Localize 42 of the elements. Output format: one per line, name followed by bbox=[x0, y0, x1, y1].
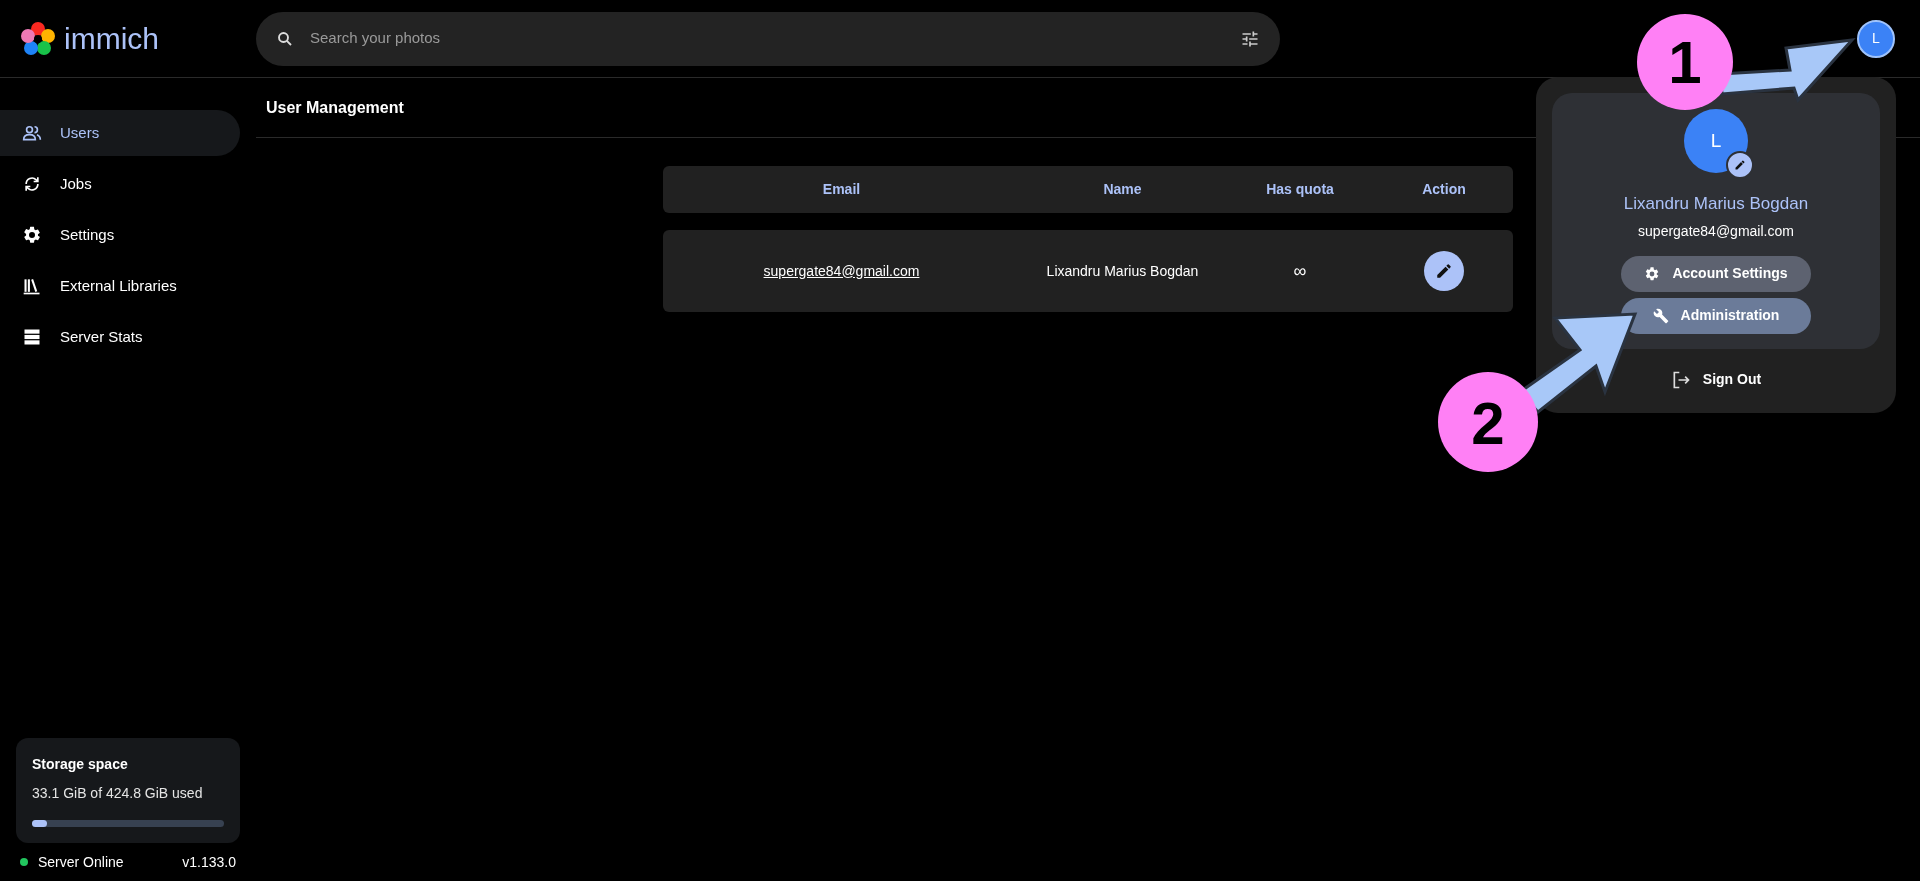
users-icon bbox=[22, 123, 42, 143]
annotation-badge: 2 bbox=[1438, 372, 1538, 472]
sign-out-button[interactable]: Sign Out bbox=[1658, 365, 1774, 394]
wrench-icon bbox=[1652, 307, 1669, 324]
edit-user-button[interactable] bbox=[1424, 251, 1464, 291]
edit-avatar-button[interactable] bbox=[1726, 151, 1754, 179]
sidebar-item[interactable]: Users bbox=[0, 110, 240, 156]
user-name: Lixandru Marius Bogdan bbox=[1623, 193, 1809, 215]
search-input[interactable]: Search your photos bbox=[310, 27, 1224, 50]
sidebar-item[interactable]: External Libraries bbox=[0, 263, 240, 309]
column-header: Email bbox=[821, 180, 862, 199]
email-link[interactable]: supergate84@gmail.com bbox=[763, 260, 920, 282]
annotation-badge: 1 bbox=[1637, 14, 1733, 110]
menu-button[interactable]: Administration bbox=[1621, 297, 1811, 334]
library-icon bbox=[22, 276, 42, 296]
column-header: Has quota bbox=[1265, 180, 1335, 199]
version-label: v1.133.0 bbox=[182, 852, 236, 872]
user-email: supergate84@gmail.com bbox=[1638, 221, 1794, 241]
table-cell-text: ∞ bbox=[1292, 259, 1308, 283]
table-cell-text: Lixandru Marius Bogdan bbox=[1045, 261, 1200, 281]
sync-icon bbox=[22, 174, 42, 194]
sidebar-item[interactable]: Jobs bbox=[0, 161, 240, 207]
column-header: Name bbox=[1102, 180, 1143, 199]
storage-usage: 33.1 GiB of 424.8 GiB used bbox=[32, 784, 204, 803]
settings-icon bbox=[1644, 265, 1661, 282]
storage-title: Storage space bbox=[32, 755, 129, 774]
logo-icon bbox=[20, 20, 56, 57]
search-field[interactable]: Search your photos bbox=[256, 11, 1280, 66]
sidebar-item[interactable]: Settings bbox=[0, 212, 240, 258]
pencil-icon bbox=[1734, 159, 1746, 171]
settings-icon bbox=[22, 225, 42, 245]
sidebar-item[interactable]: Server Stats bbox=[0, 314, 240, 360]
menu-button[interactable]: Account Settings bbox=[1621, 255, 1811, 292]
search-icon bbox=[276, 29, 294, 48]
logo-text: immich bbox=[64, 21, 159, 57]
server-status: Server Online bbox=[38, 852, 124, 872]
pencil-icon bbox=[1435, 262, 1453, 280]
server-icon bbox=[22, 327, 42, 347]
user-avatar[interactable]: L bbox=[1857, 19, 1895, 58]
profile-avatar: L bbox=[1684, 109, 1748, 173]
page-title: User Management bbox=[266, 97, 404, 118]
column-header: Action bbox=[1421, 180, 1467, 199]
